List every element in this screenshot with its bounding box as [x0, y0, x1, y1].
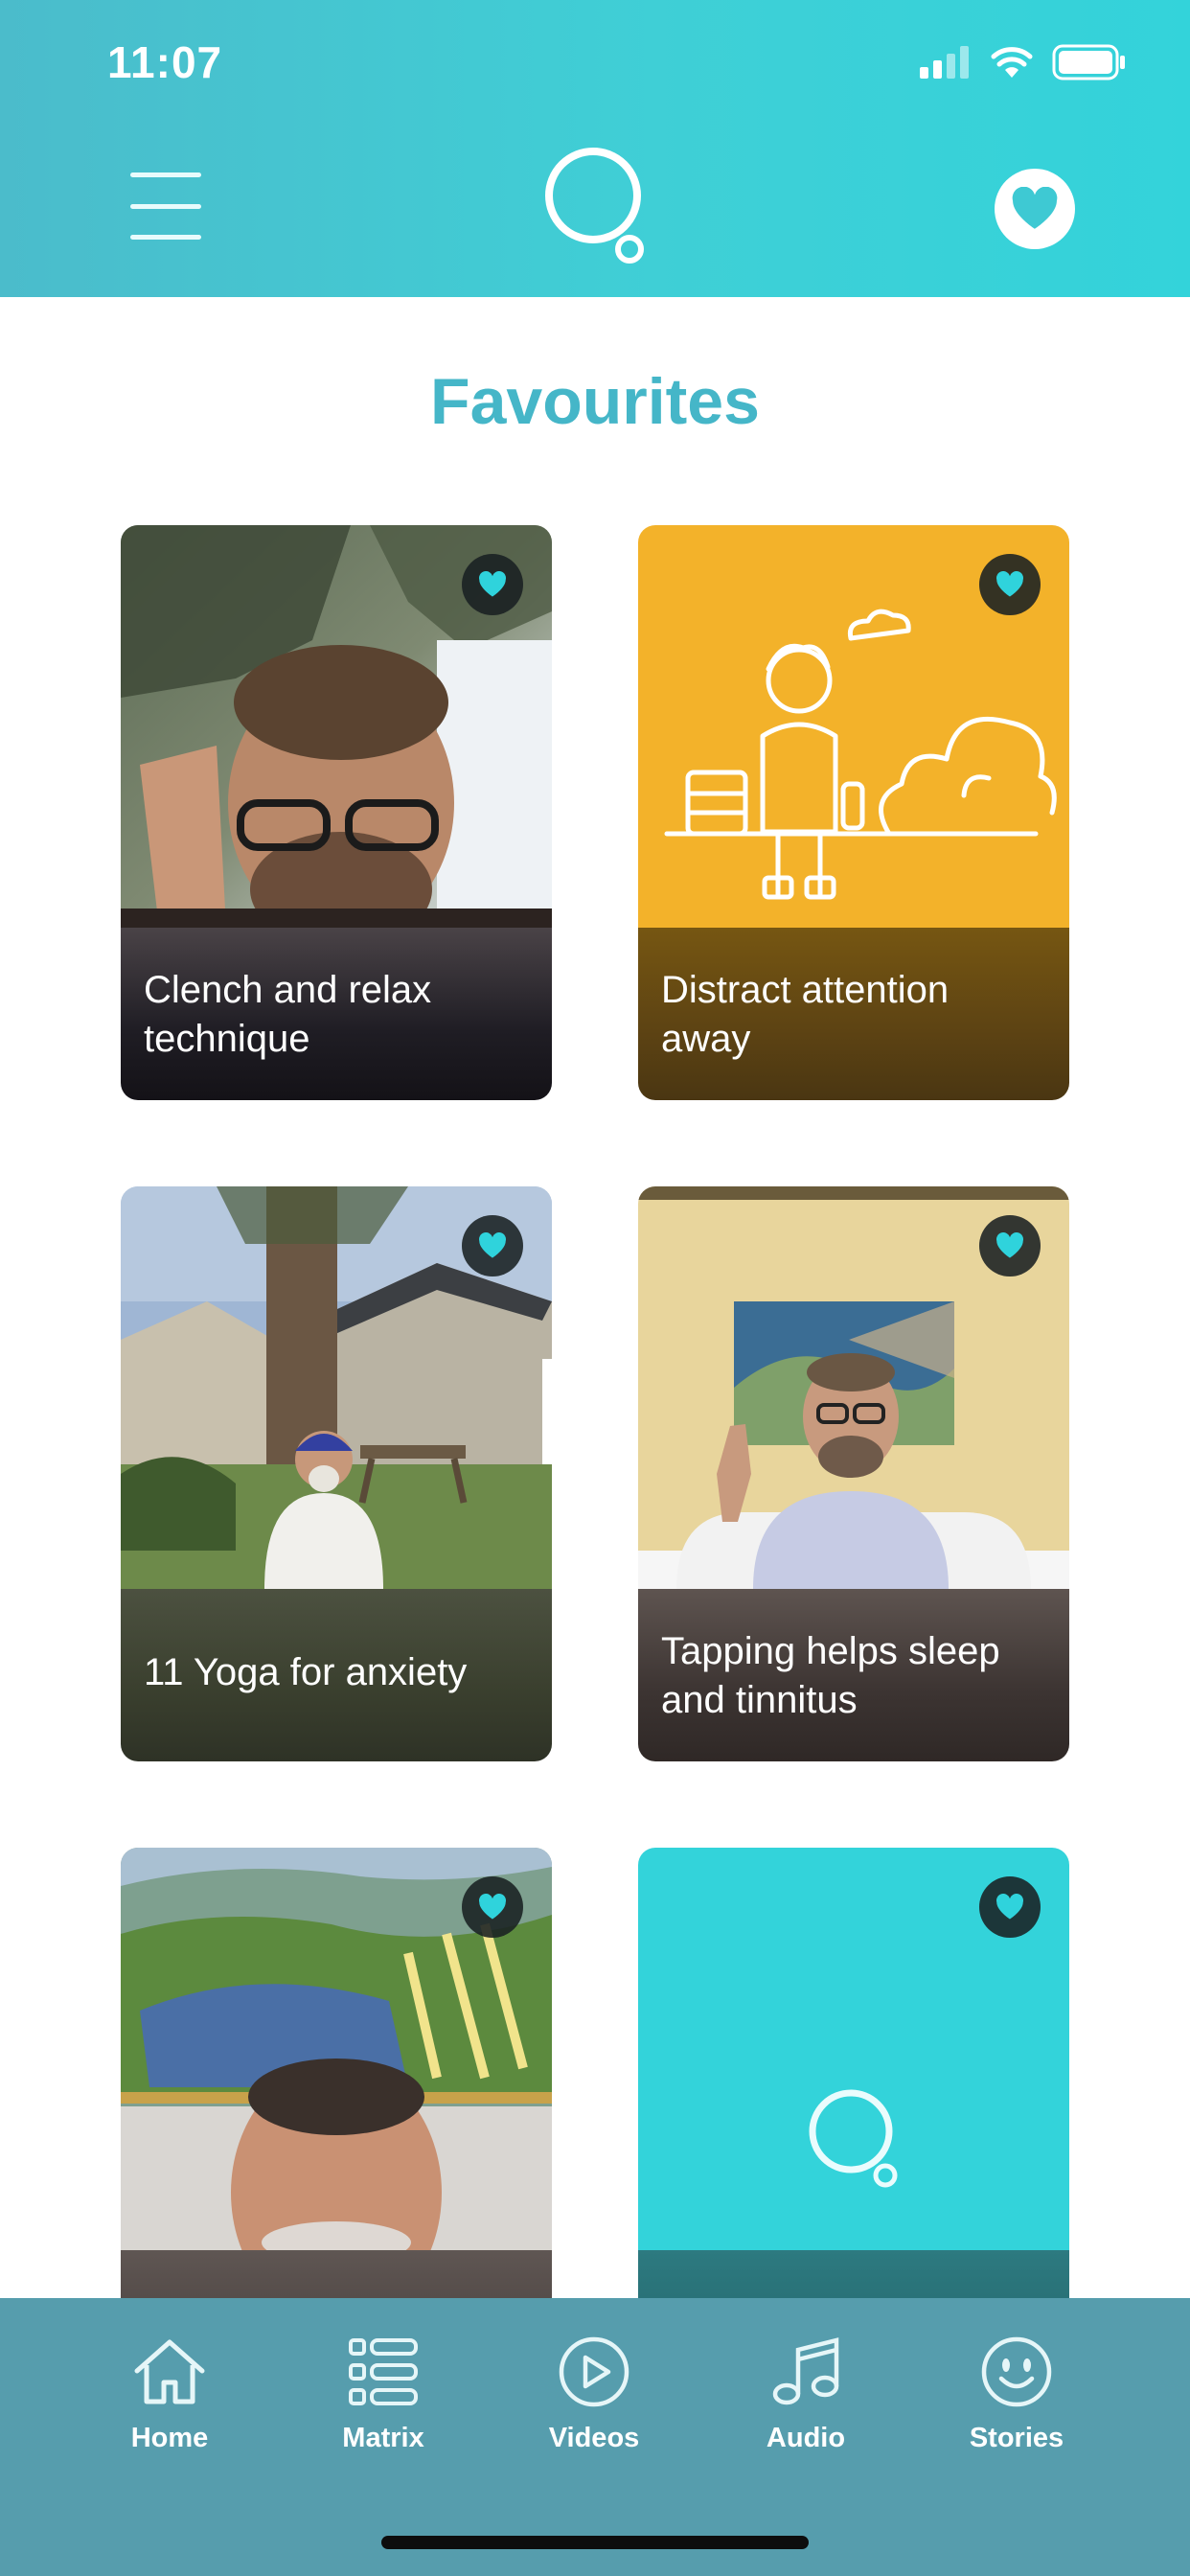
signal-icon	[920, 46, 969, 79]
wifi-icon	[991, 47, 1033, 78]
tab-home[interactable]: Home	[74, 2336, 265, 2454]
tab-label: Stories	[969, 2423, 1064, 2453]
heart-icon	[996, 571, 1023, 597]
card-title: Clench and relax technique	[121, 928, 552, 1100]
app-logo-icon	[545, 148, 644, 264]
tab-label: Audio	[766, 2423, 846, 2453]
app-header: 11:07	[0, 0, 1190, 297]
status-icons	[920, 44, 1127, 80]
tab-label: Videos	[548, 2423, 640, 2453]
card-title: Tapping helps sleep and tinnitus	[638, 1589, 1069, 1761]
heart-icon	[996, 1894, 1023, 1920]
tab-label: Matrix	[342, 2423, 424, 2453]
bottom-tab-bar: Home Matrix Videos Audio Stories	[0, 2298, 1190, 2576]
menu-line	[130, 235, 201, 240]
page-title: Favourites	[430, 365, 760, 438]
heart-icon	[479, 1232, 506, 1258]
menu-line	[130, 172, 201, 177]
menu-line	[130, 203, 201, 209]
favourite-toggle[interactable]	[979, 554, 1041, 615]
home-icon	[134, 2339, 205, 2404]
card-title: Distract attention away	[638, 928, 1069, 1100]
video-card[interactable]: 11 Yoga for anxiety	[121, 1186, 552, 1761]
tab-videos[interactable]: Videos	[498, 2336, 690, 2454]
tab-stories[interactable]: Stories	[921, 2336, 1112, 2454]
tab-label: Home	[130, 2423, 209, 2453]
menu-button[interactable]	[130, 172, 201, 240]
tab-matrix[interactable]: Matrix	[287, 2336, 479, 2454]
favourite-toggle[interactable]	[462, 1215, 523, 1276]
battery-icon	[1052, 44, 1125, 80]
video-card[interactable]: Distract attention away	[638, 525, 1069, 1100]
smiley-icon	[981, 2336, 1052, 2407]
heart-icon	[996, 1232, 1023, 1258]
heart-icon	[1012, 187, 1058, 229]
favourite-toggle[interactable]	[979, 1215, 1041, 1276]
tab-audio[interactable]: Audio	[710, 2336, 902, 2454]
list-icon	[349, 2338, 418, 2405]
home-indicator	[381, 2536, 809, 2549]
favourite-toggle[interactable]	[462, 554, 523, 615]
video-card[interactable]: Clench and relax technique	[121, 525, 552, 1100]
play-icon	[559, 2336, 629, 2407]
favourites-button[interactable]	[995, 169, 1075, 249]
status-time: 11:07	[107, 37, 223, 87]
video-card[interactable]: Tapping helps sleep and tinnitus	[638, 1186, 1069, 1761]
card-title: 11 Yoga for anxiety	[121, 1589, 552, 1761]
favourite-toggle[interactable]	[979, 1876, 1041, 1938]
music-icon	[772, 2337, 839, 2405]
heart-icon	[479, 1894, 506, 1920]
favourite-toggle[interactable]	[462, 1876, 523, 1938]
heart-icon	[479, 571, 506, 597]
